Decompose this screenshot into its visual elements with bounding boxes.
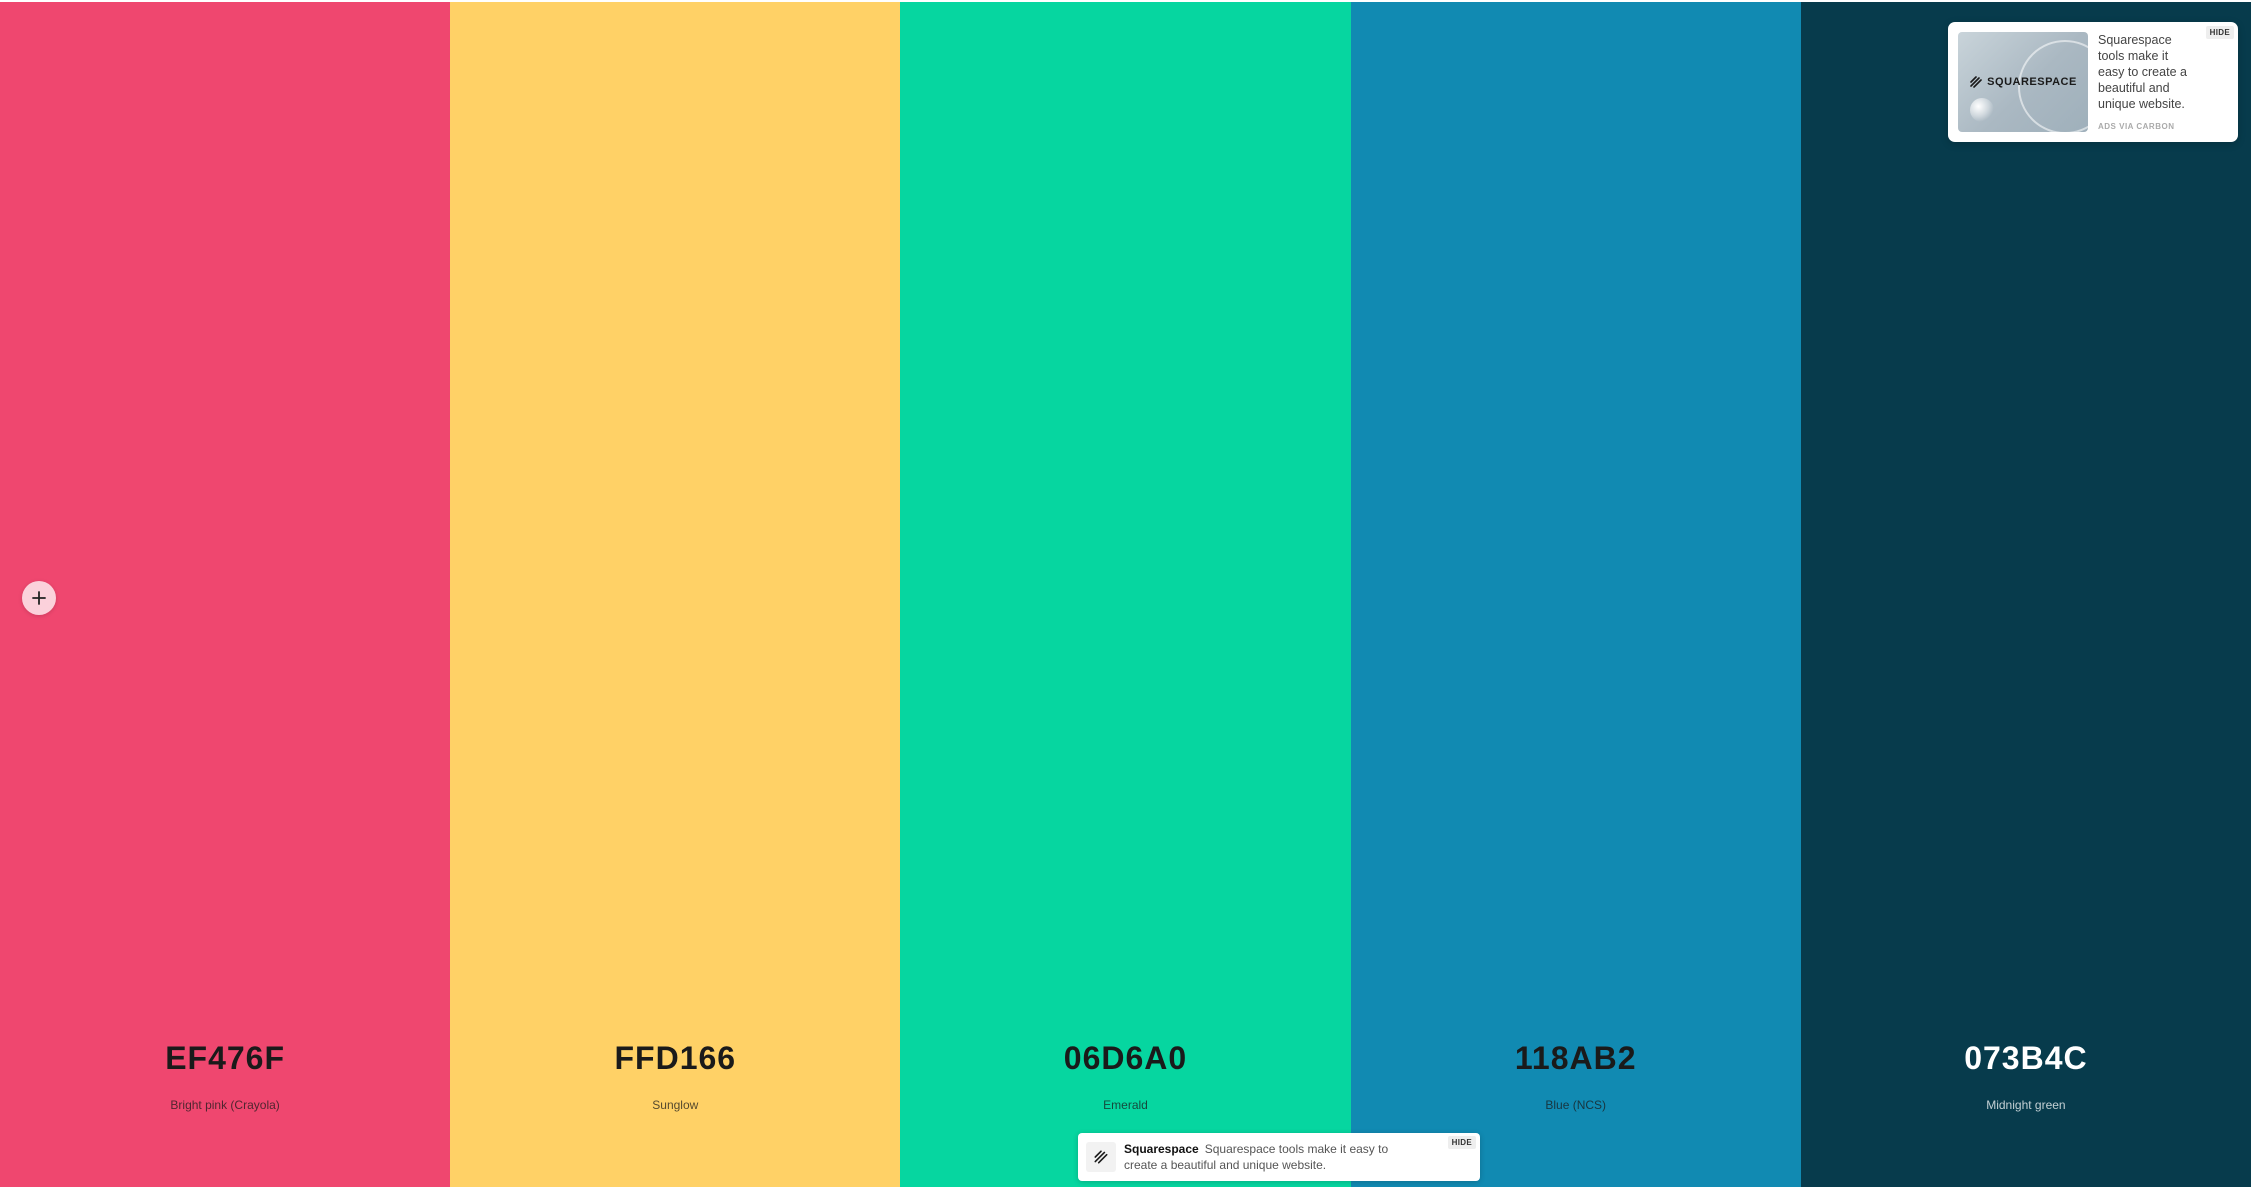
- bottom-ad-text[interactable]: Squarespace Squarespace tools make it eas…: [1124, 1141, 1414, 1173]
- swatch-hex[interactable]: 06D6A0: [900, 1040, 1350, 1077]
- palette: EF476F Bright pink (Crayola) FFD166 Sung…: [0, 2, 2251, 1187]
- swatch-color-name: Midnight green: [1986, 1098, 2066, 1112]
- plus-icon: [32, 591, 46, 605]
- add-color-button[interactable]: [22, 581, 56, 615]
- color-swatch[interactable]: FFD166 Sunglow: [450, 2, 901, 1187]
- ad-image[interactable]: SQUARESPACE: [1958, 32, 2088, 132]
- color-swatch[interactable]: 06D6A0 Emerald: [900, 2, 1351, 1187]
- squarespace-logo-icon: [1970, 76, 1982, 88]
- swatch-color-name: Blue (NCS): [1545, 1098, 1607, 1112]
- squarespace-logo-glyph: [1094, 1150, 1108, 1164]
- hide-bottom-ad-button[interactable]: HIDE: [1447, 1136, 1476, 1149]
- swatch-color-name: Sunglow: [652, 1098, 699, 1112]
- ad-image-bubble: [1970, 98, 1994, 122]
- carbon-ad-card[interactable]: SQUARESPACE Squarespace tools make it ea…: [1948, 22, 2238, 142]
- ad-text[interactable]: Squarespace tools make it easy to create…: [2098, 32, 2198, 112]
- swatch-color-name: Bright pink (Crayola): [170, 1098, 280, 1112]
- swatch-hex[interactable]: FFD166: [450, 1040, 900, 1077]
- swatch-hex[interactable]: 118AB2: [1351, 1040, 1801, 1077]
- bottom-ad-brand: Squarespace: [1124, 1142, 1199, 1156]
- swatch-hex[interactable]: 073B4C: [1801, 1040, 2251, 1077]
- hide-ad-button[interactable]: HIDE: [2205, 26, 2234, 39]
- color-swatch[interactable]: 118AB2 Blue (NCS): [1350, 2, 1801, 1187]
- color-swatch[interactable]: 073B4C Midnight green: [1800, 2, 2251, 1187]
- swatch-color-name: Emerald: [1103, 1098, 1148, 1112]
- ad-logo-text: SQUARESPACE: [1987, 76, 2077, 88]
- squarespace-logo: SQUARESPACE: [1958, 76, 2088, 88]
- color-swatch[interactable]: EF476F Bright pink (Crayola): [0, 2, 451, 1187]
- squarespace-logo-icon: [1086, 1142, 1116, 1172]
- swatch-hex[interactable]: EF476F: [0, 1040, 450, 1077]
- bottom-ad-bar[interactable]: Squarespace Squarespace tools make it eas…: [1078, 1133, 1480, 1181]
- ads-via-carbon[interactable]: ADS VIA CARBON: [2098, 122, 2174, 131]
